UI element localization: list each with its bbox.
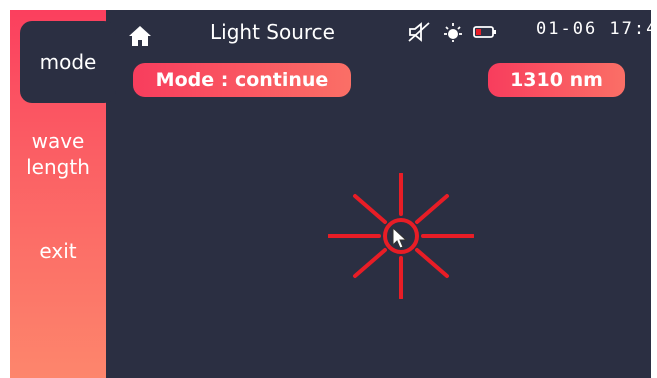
page-title: Light Source [210,20,335,44]
sidebar-item-wavelength[interactable]: wave length [10,128,106,180]
sound-muted-icon [408,22,430,42]
sidebar-item-label: wave length [26,129,90,179]
laser-emission-icon [328,173,474,299]
mode-status-badge: Mode : continue [133,63,351,97]
device-screen: mode wave length exit Light Source 01-06… [10,10,651,378]
header: Light Source 01-06 17:4E [106,10,651,60]
clock: 01-06 17:4E [536,19,651,39]
battery-low-icon [473,26,496,38]
sidebar-item-label: exit [39,239,77,263]
brightness-icon [444,23,462,42]
sidebar-item-label: mode [39,50,97,74]
wavelength-status-badge: 1310 nm [488,63,625,97]
sidebar: mode wave length exit [10,10,116,378]
sidebar-item-mode[interactable]: mode [20,21,116,103]
home-icon[interactable] [128,25,152,47]
sidebar-item-exit[interactable]: exit [10,238,106,264]
